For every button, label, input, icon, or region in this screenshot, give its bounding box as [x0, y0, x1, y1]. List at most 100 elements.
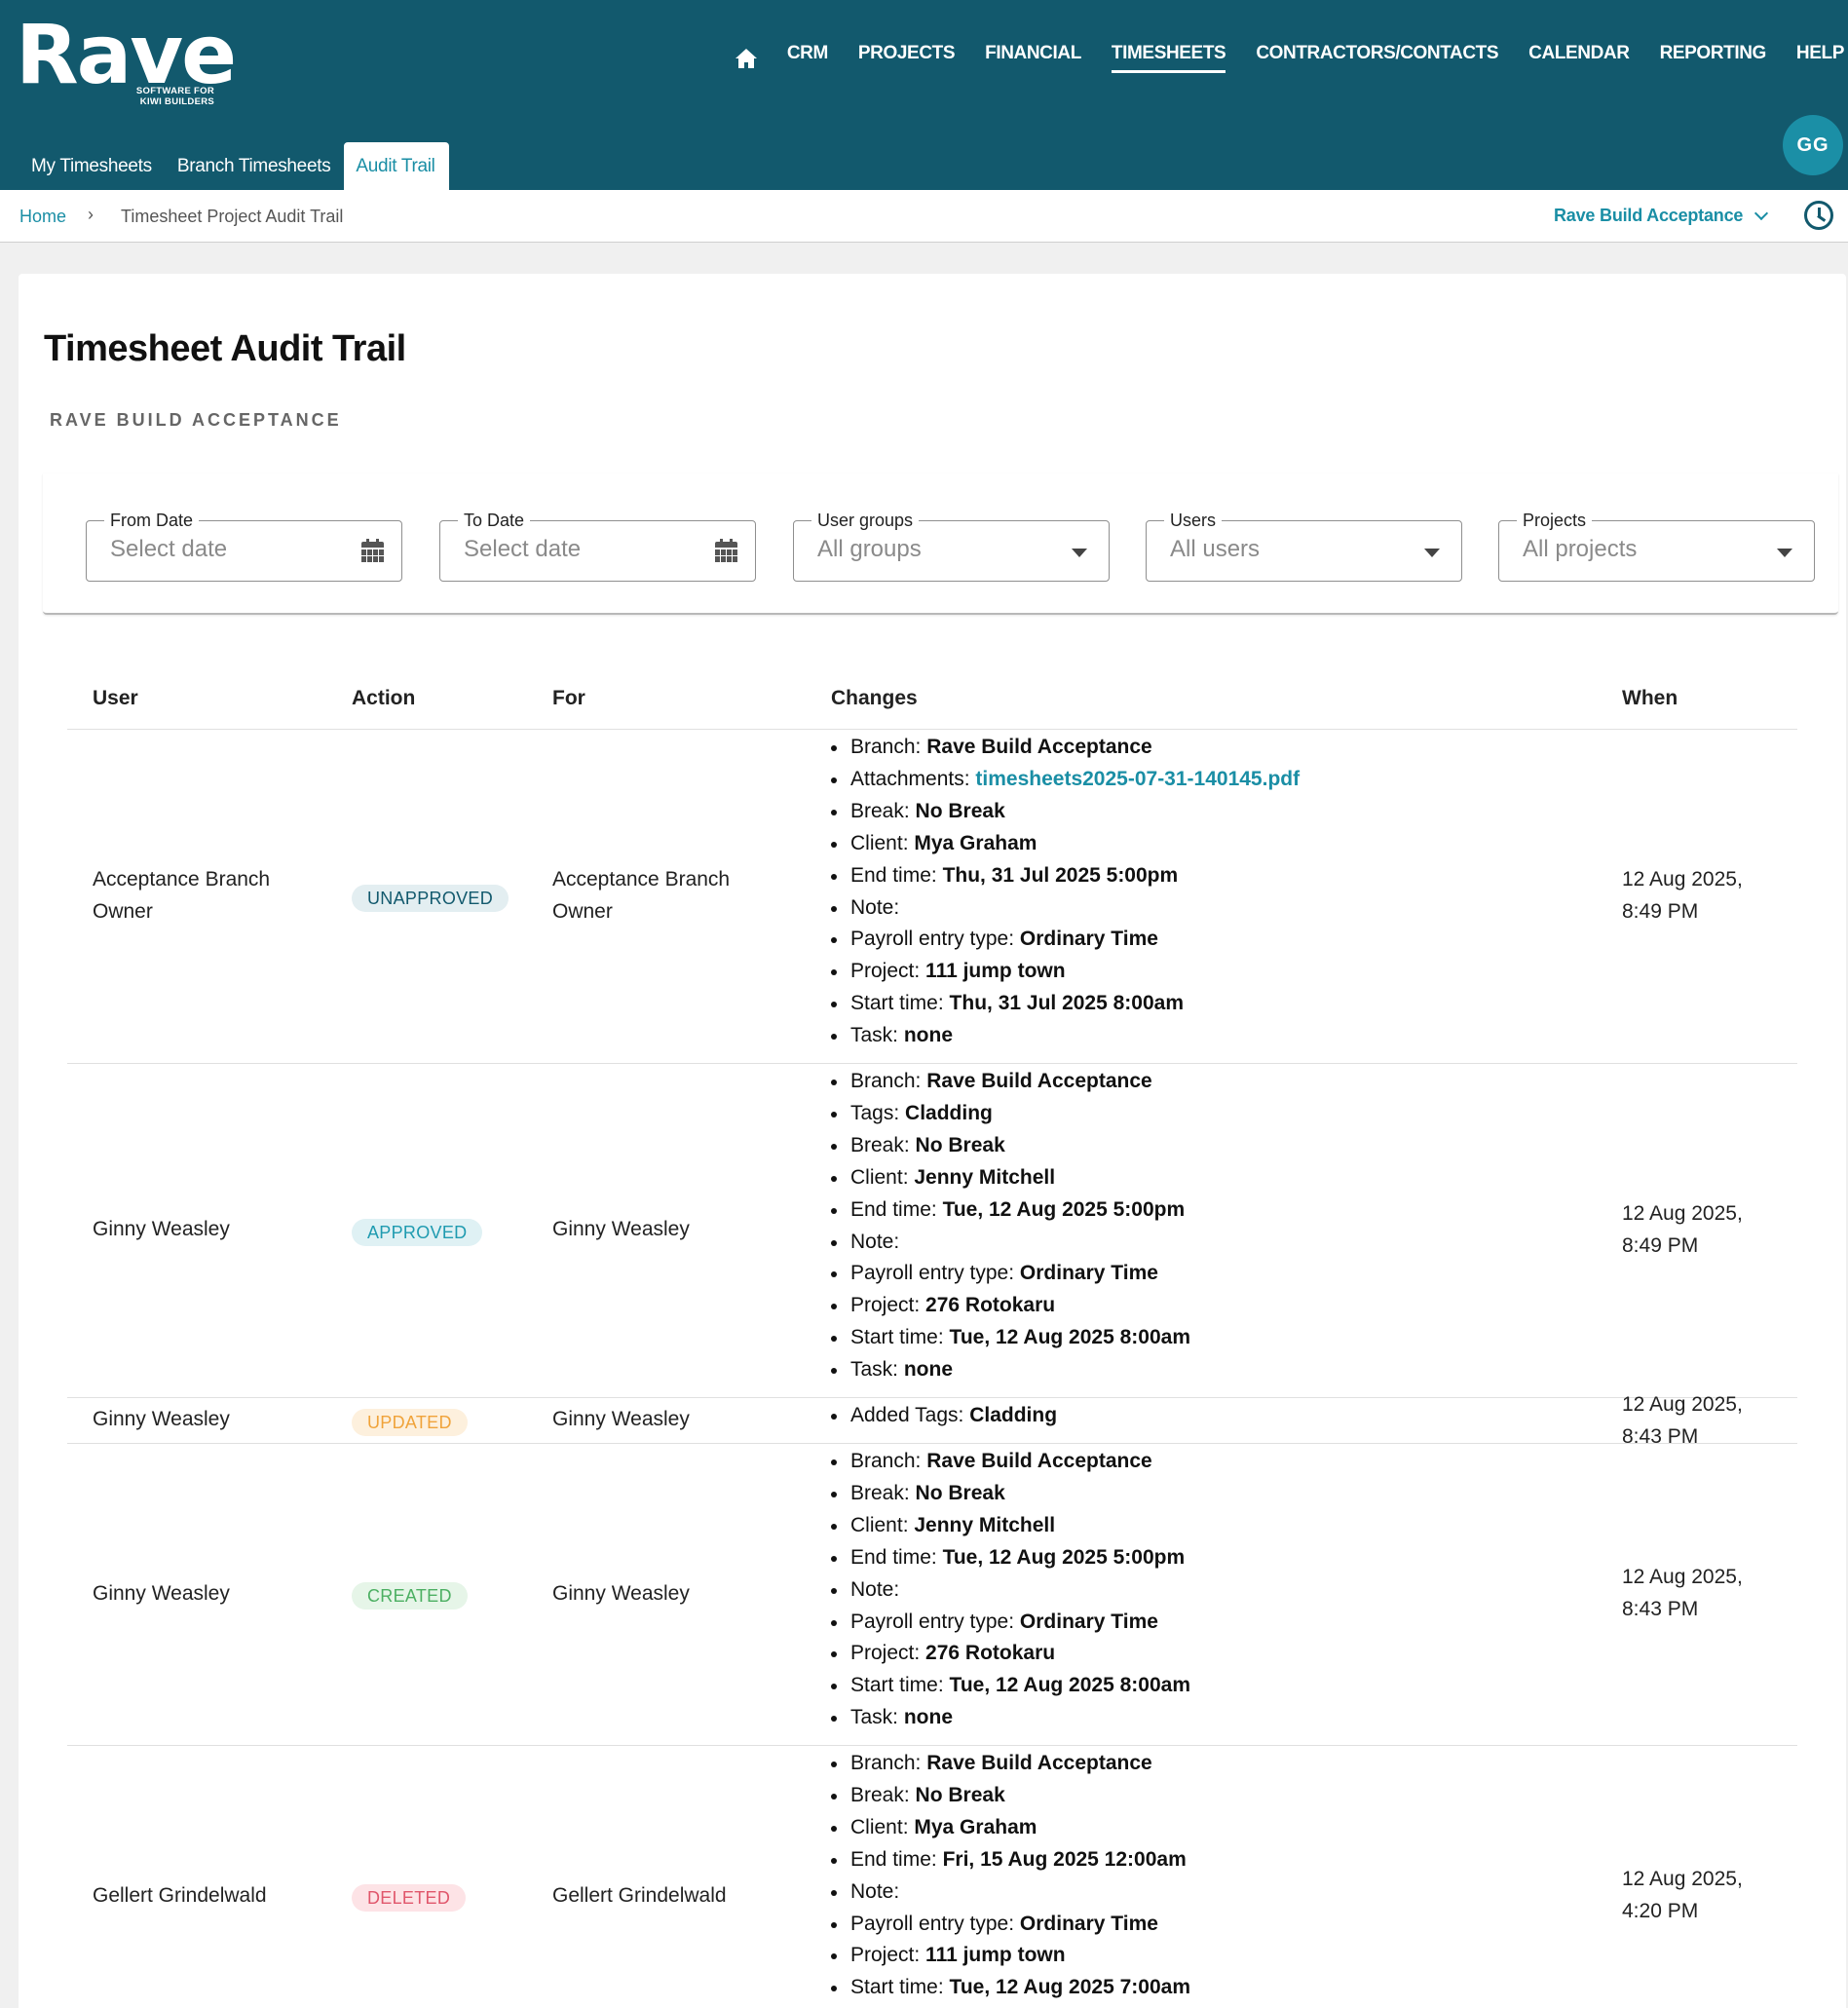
- row-when: 12 Aug 2025, 8:43 PM: [1622, 1388, 1778, 1453]
- column-header-changes[interactable]: Changes: [831, 687, 918, 710]
- projects-select[interactable]: Projects All projects: [1498, 511, 1815, 582]
- nav-calendar[interactable]: CALENDAR: [1528, 43, 1630, 73]
- change-value: Jenny Mitchell: [914, 1165, 1056, 1189]
- change-item: Break: No Break: [826, 1780, 1190, 1812]
- change-item: Added Tags: Cladding: [826, 1400, 1057, 1432]
- row-when: 12 Aug 2025, 8:43 PM: [1622, 1561, 1778, 1625]
- home-icon[interactable]: [735, 48, 758, 69]
- change-value: none: [903, 1024, 954, 1047]
- nav-crm[interactable]: CRM: [787, 43, 828, 73]
- chevron-down-icon: [1754, 206, 1769, 220]
- column-header-for[interactable]: For: [552, 687, 585, 710]
- change-item: Note:: [826, 1227, 1190, 1259]
- change-key: Payroll entry type:: [850, 1262, 1015, 1285]
- from-date-label: From Date: [104, 511, 200, 531]
- row-when-date: 12 Aug 2025,: [1622, 1566, 1743, 1588]
- change-value: Rave Build Acceptance: [926, 736, 1152, 758]
- user-groups-label: User groups: [811, 511, 920, 531]
- table-row: Ginny Weasley Ginny Weasley APPROVED Branch…: [67, 1064, 1797, 1398]
- table-row: Ginny Weasley Ginny Weasley CREATED Branch:…: [67, 1444, 1797, 1746]
- change-key: Start time:: [850, 1976, 944, 1999]
- table-row: Acceptance Branch Owner Acceptance Branch…: [67, 730, 1797, 1064]
- change-item: Note:: [826, 1876, 1190, 1909]
- change-key: Note:: [850, 1230, 900, 1253]
- change-value: Cladding: [905, 1101, 993, 1124]
- change-item: Start time: Tue, 12 Aug 2025 8:00am: [826, 1670, 1190, 1702]
- nav-contractors-contacts[interactable]: CONTRACTORS/CONTACTS: [1256, 43, 1498, 73]
- main-nav: CRM PROJECTS FINANCIAL TIMESHEETS CONTRA…: [735, 43, 1848, 73]
- row-for: Ginny Weasley: [552, 1581, 690, 1605]
- change-key: Start time:: [850, 1326, 944, 1349]
- change-item: Tags: Cladding: [826, 1098, 1190, 1130]
- table-row: Ginny Weasley Ginny Weasley UPDATED Added T…: [67, 1393, 1797, 1448]
- tab-my-timesheets[interactable]: My Timesheets: [19, 142, 166, 190]
- change-item: Branch: Rave Build Acceptance: [826, 732, 1300, 764]
- change-key: Tags:: [850, 1101, 900, 1124]
- row-when-date: 12 Aug 2025,: [1622, 1868, 1743, 1890]
- user-groups-select[interactable]: User groups All groups: [793, 511, 1110, 582]
- change-item: End time: Fri, 15 Aug 2025 12:00am: [826, 1844, 1190, 1876]
- change-item: Start time: Tue, 12 Aug 2025 7:00am: [826, 1972, 1190, 2004]
- change-key: Task:: [850, 1706, 899, 1729]
- change-key: Payroll entry type:: [850, 1912, 1015, 1935]
- users-select[interactable]: Users All users: [1146, 511, 1462, 582]
- changes-list: Branch: Rave Build Acceptance Tags: Cladd…: [826, 1066, 1190, 1386]
- row-for: Ginny Weasley: [552, 1408, 690, 1430]
- to-date-field[interactable]: To Date Select date: [439, 511, 756, 582]
- change-item: Project: 111 jump town: [826, 1940, 1190, 1972]
- audit-table: User Action For Changes When Acceptance …: [67, 665, 1797, 2008]
- column-header-action[interactable]: Action: [352, 687, 415, 710]
- branch-selector[interactable]: Rave Build Acceptance: [1554, 206, 1769, 226]
- table-header: User Action For Changes When: [67, 665, 1797, 730]
- table-row: Gellert Grindelwald Gellert Grindelwald DE…: [67, 1746, 1797, 2008]
- row-when: 12 Aug 2025, 8:49 PM: [1622, 863, 1778, 928]
- status-badge: APPROVED: [352, 1218, 483, 1246]
- change-value: 276 Rotokaru: [925, 1642, 1056, 1665]
- change-value: Ordinary Time: [1019, 928, 1158, 951]
- column-header-when[interactable]: When: [1622, 687, 1678, 710]
- column-header-user[interactable]: User: [93, 687, 138, 710]
- change-key: Start time:: [850, 1674, 944, 1697]
- change-value: Mya Graham: [914, 1815, 1037, 1838]
- audit-trail-card: Timesheet Audit Trail RAVE BUILD ACCEPTA…: [19, 274, 1846, 2008]
- change-item: Client: Mya Graham: [826, 828, 1300, 860]
- calendar-icon[interactable]: [361, 539, 384, 562]
- change-value: Tue, 12 Aug 2025 8:00am: [949, 1674, 1190, 1697]
- caret-down-icon: [1072, 549, 1087, 557]
- change-key: Client:: [850, 831, 909, 854]
- calendar-icon[interactable]: [715, 539, 737, 562]
- user-avatar[interactable]: GG: [1783, 115, 1843, 175]
- change-value: Tue, 12 Aug 2025 5:00pm: [942, 1197, 1186, 1221]
- nav-help[interactable]: HELP: [1796, 43, 1844, 73]
- attachment-link[interactable]: timesheets2025-07-31-140145.pdf: [975, 768, 1300, 790]
- nav-timesheets[interactable]: TIMESHEETS: [1111, 43, 1226, 73]
- status-badge: CREATED: [352, 1582, 468, 1610]
- logo-tagline: SOFTWARE FOR KIWI BUILDERS: [135, 86, 214, 107]
- change-key: End time:: [850, 863, 937, 887]
- changes-list: Added Tags: Cladding: [826, 1400, 1057, 1432]
- nav-projects[interactable]: PROJECTS: [858, 43, 956, 73]
- row-for: Acceptance Branch Owner: [552, 867, 731, 923]
- change-key: Branch:: [850, 1450, 922, 1472]
- change-item: Task: none: [826, 1020, 1300, 1052]
- change-value: 276 Rotokaru: [925, 1294, 1056, 1317]
- history-clock-icon[interactable]: [1804, 201, 1833, 230]
- breadcrumb-home-link[interactable]: Home: [19, 207, 66, 227]
- table-body: Acceptance Branch Owner Acceptance Branch…: [67, 730, 1797, 2008]
- nav-financial[interactable]: FINANCIAL: [985, 43, 1081, 73]
- tab-audit-trail[interactable]: Audit Trail: [344, 142, 449, 190]
- projects-value: All projects: [1523, 536, 1638, 562]
- change-key: Break:: [850, 1481, 910, 1504]
- sub-tabs: My Timesheets Branch Timesheets Audit Tr…: [19, 142, 449, 190]
- nav-reporting[interactable]: REPORTING: [1660, 43, 1767, 73]
- from-date-field[interactable]: From Date Select date: [86, 511, 402, 582]
- row-when-time: 8:43 PM: [1622, 1598, 1699, 1620]
- change-key: Attachments:: [850, 767, 970, 790]
- chevron-right-icon: ›: [88, 205, 94, 224]
- change-value: No Break: [915, 1783, 1005, 1806]
- row-when-date: 12 Aug 2025,: [1622, 867, 1743, 890]
- change-value: No Break: [915, 799, 1005, 822]
- change-key: Note:: [850, 1577, 900, 1601]
- tab-branch-timesheets[interactable]: Branch Timesheets: [166, 142, 345, 190]
- rave-logo[interactable]: Rave SOFTWARE FOR KIWI BUILDERS: [16, 10, 237, 107]
